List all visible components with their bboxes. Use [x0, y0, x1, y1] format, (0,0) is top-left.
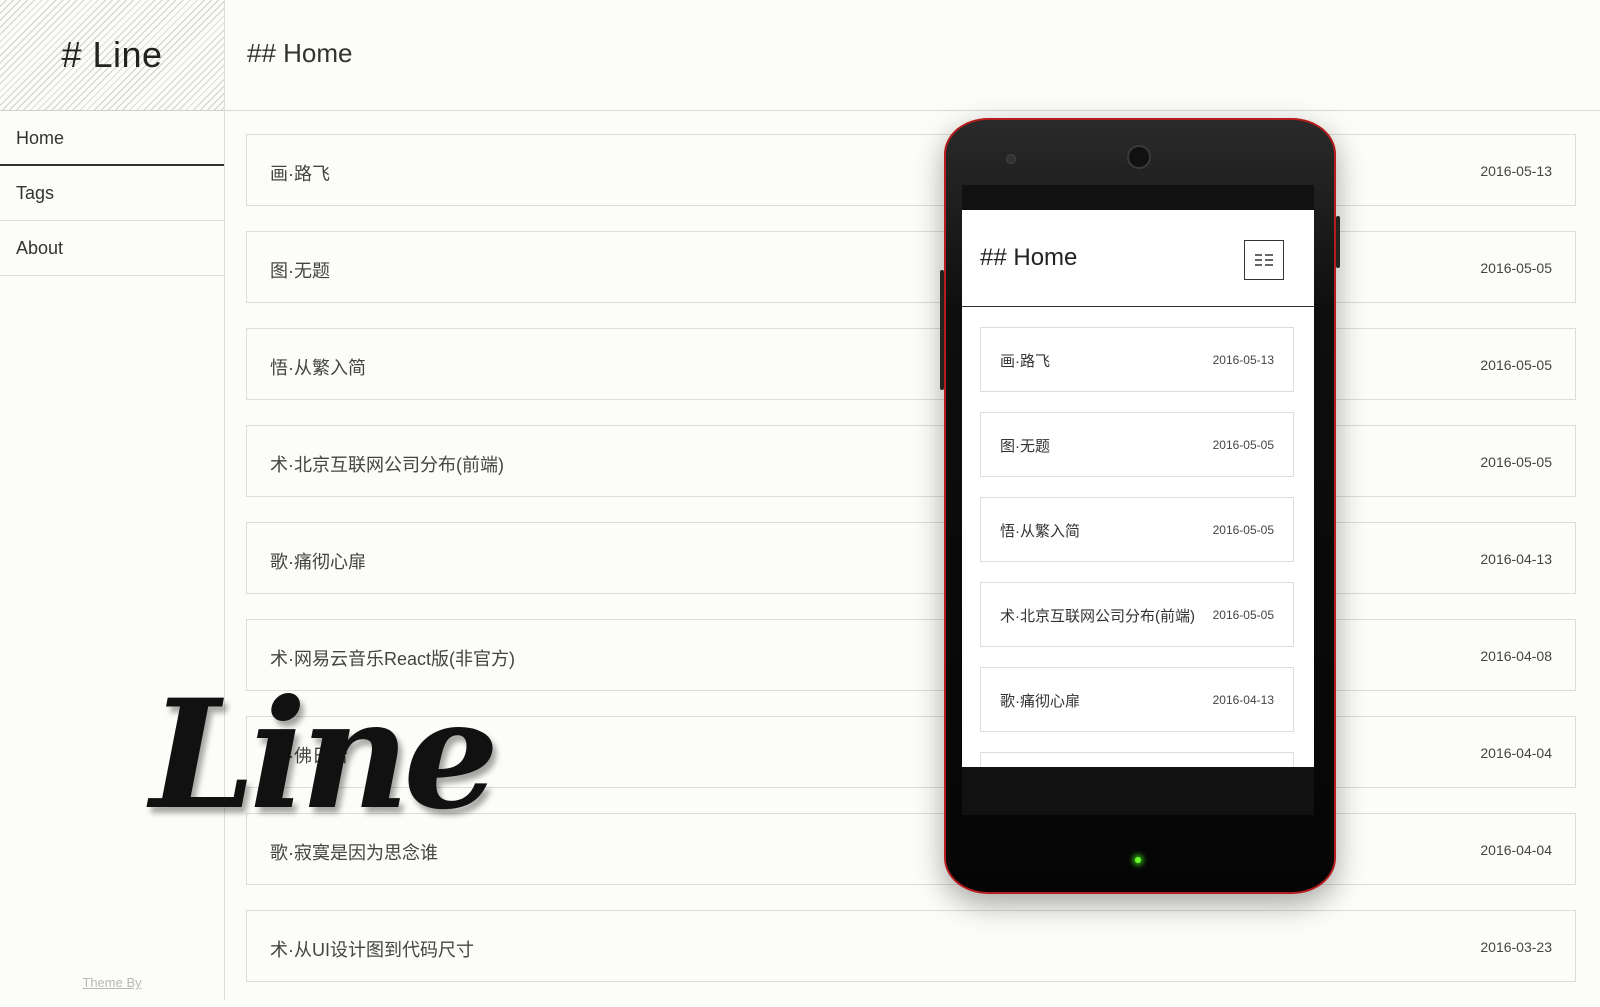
mobile-post-date: 2016-04-13: [1212, 693, 1274, 707]
post-list: 画·路飞 2016-05-13 图·无题 2016-05-05 悟·从繁入简 2…: [246, 134, 1576, 1007]
post-item[interactable]: 术·北京互联网公司分布(前端) 2016-05-05: [246, 425, 1576, 497]
mobile-post-item[interactable]: 歌·痛彻心扉 2016-04-13: [980, 667, 1294, 732]
mobile-post-date: 2016-05-05: [1212, 523, 1274, 537]
nav-item-about[interactable]: About: [0, 221, 224, 276]
mobile-post-title: 悟·从繁入简: [1000, 523, 1080, 540]
logo-text: # Line: [61, 34, 163, 75]
mobile-post-item[interactable]: 画·路飞 2016-05-13: [980, 327, 1294, 392]
post-title: 图·无题: [270, 261, 330, 281]
post-date: 2016-04-13: [1480, 551, 1552, 567]
menu-icon[interactable]: [1244, 240, 1284, 280]
mobile-post-item[interactable]: [980, 752, 1294, 767]
post-date: 2016-04-04: [1480, 842, 1552, 858]
phone-screen: ## Home 画·路飞 2016-05-13 图·无题 2016-05-05 …: [962, 185, 1314, 815]
phone-led-icon: [1135, 857, 1141, 863]
phone-power-button: [1336, 216, 1340, 268]
post-item[interactable]: 图·无题 2016-05-05: [246, 231, 1576, 303]
phone-mockup: ## Home 画·路飞 2016-05-13 图·无题 2016-05-05 …: [940, 118, 1340, 894]
menu-icon-glyph: [1255, 254, 1273, 266]
mobile-post-date: 2016-05-05: [1212, 608, 1274, 622]
post-item[interactable]: 术·从UI设计图到代码尺寸 2016-03-23: [246, 910, 1576, 982]
post-title: 歌·痛彻心扉: [270, 552, 366, 572]
phone-volume-button: [940, 270, 944, 390]
phone-camera-icon: [1127, 145, 1151, 169]
mobile-post-list: 画·路飞 2016-05-13 图·无题 2016-05-05 悟·从繁入简 2…: [980, 327, 1294, 767]
post-date: 2016-04-04: [1480, 745, 1552, 761]
mobile-page: ## Home 画·路飞 2016-05-13 图·无题 2016-05-05 …: [962, 210, 1314, 767]
post-date: 2016-03-23: [1480, 939, 1552, 955]
nav-item-tags[interactable]: Tags: [0, 166, 224, 221]
mobile-post-item[interactable]: 悟·从繁入简 2016-05-05: [980, 497, 1294, 562]
post-title: 画·路飞: [270, 164, 330, 184]
logo[interactable]: # Line: [0, 0, 224, 111]
sidebar: # Line Home Tags About Theme By: [0, 0, 225, 1000]
page-header: ## Home: [225, 0, 1600, 111]
post-title: 术·北京互联网公司分布(前端): [270, 455, 504, 475]
post-title: 悟·从繁入简: [270, 358, 366, 378]
post-title: 术·从UI设计图到代码尺寸: [270, 940, 474, 960]
mobile-post-item[interactable]: 术·北京互联网公司分布(前端) 2016-05-05: [980, 582, 1294, 647]
phone-sensor: [1006, 154, 1016, 164]
mobile-post-title: 画·路飞: [1000, 353, 1050, 370]
mobile-page-title: ## Home: [980, 244, 1078, 271]
mobile-post-date: 2016-05-05: [1212, 438, 1274, 452]
theme-by-link[interactable]: Theme By: [0, 975, 224, 990]
nav-item-home[interactable]: Home: [0, 111, 224, 166]
post-date: 2016-05-05: [1480, 357, 1552, 373]
mobile-post-title: 歌·痛彻心扉: [1000, 693, 1080, 710]
page-title: ## Home: [247, 38, 353, 68]
mobile-post-item[interactable]: 图·无题 2016-05-05: [980, 412, 1294, 477]
post-item[interactable]: 悟·从繁入简 2016-05-05: [246, 328, 1576, 400]
post-date: 2016-05-05: [1480, 454, 1552, 470]
mobile-header: ## Home: [962, 210, 1314, 307]
mobile-post-title: 术·北京互联网公司分布(前端): [1000, 608, 1195, 625]
post-item[interactable]: 画·路飞 2016-05-13: [246, 134, 1576, 206]
post-date: 2016-05-13: [1480, 163, 1552, 179]
script-logo-overlay: Line: [150, 667, 499, 843]
mobile-post-date: 2016-05-13: [1212, 353, 1274, 367]
post-item[interactable]: 歌·痛彻心扉 2016-04-13: [246, 522, 1576, 594]
post-date: 2016-04-08: [1480, 648, 1552, 664]
mobile-post-title: 图·无题: [1000, 438, 1050, 455]
post-date: 2016-05-05: [1480, 260, 1552, 276]
